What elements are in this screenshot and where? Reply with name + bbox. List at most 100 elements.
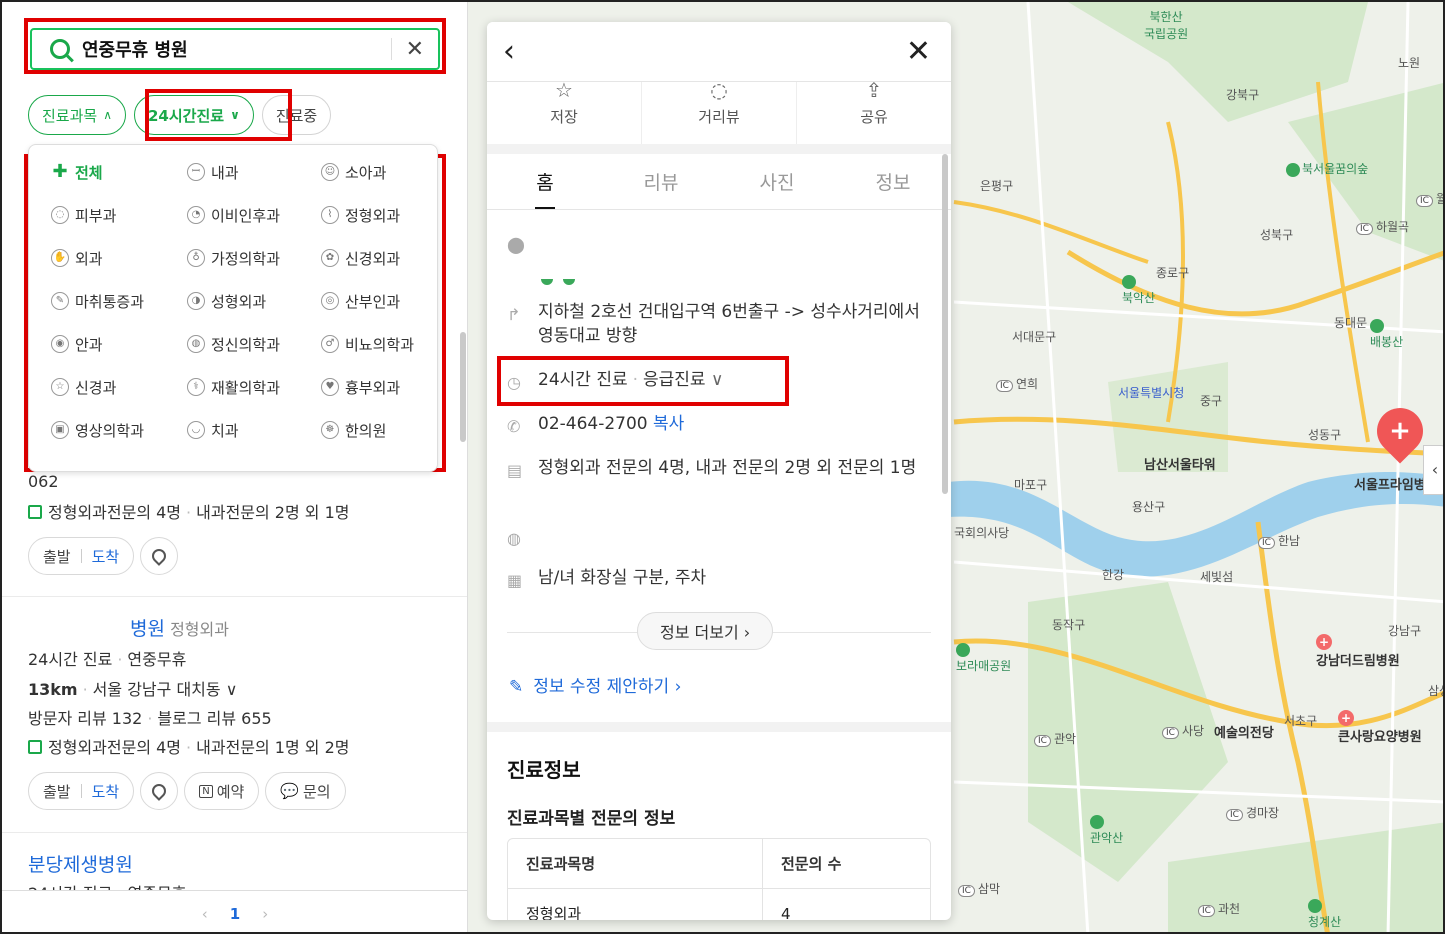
next-page-button[interactable]: › [262, 905, 268, 923]
department-item[interactable]: ✚ 전체 [51, 161, 187, 183]
search-input[interactable]: 연중무휴 병원 ✕ [30, 28, 440, 70]
prev-page-button[interactable]: ‹ [202, 905, 208, 923]
department-icon: ✚ [52, 161, 68, 182]
hours-row[interactable]: ◷ 24시간 진료 · 응급진료 ∨ [507, 368, 937, 392]
search-separator [390, 38, 392, 60]
table-row: 정형외과 4 [508, 889, 930, 920]
department-item[interactable]: ◉ 안과 [51, 333, 187, 355]
department-item[interactable]: ◡ 치과 [187, 419, 321, 441]
department-label: 정형외과 [345, 206, 401, 225]
department-label: 피부과 [75, 206, 117, 225]
department-item[interactable]: ▣ 영상의학과 [51, 419, 187, 441]
mountain-icon [1090, 814, 1104, 829]
department-item[interactable]: ♁ 가정의학과 [187, 247, 321, 269]
location-button[interactable] [140, 772, 179, 810]
department-item[interactable]: ⌇ 정형외과 [321, 204, 441, 226]
department-item[interactable]: ◍ 정신의학과 [187, 333, 321, 355]
table-header-count: 전문의 수 [781, 855, 842, 873]
chevron-down-icon: ∨ [230, 108, 240, 122]
department-item[interactable]: ✿ 신경외과 [321, 247, 441, 269]
map-label-hannam: IC 한남 [1258, 532, 1300, 549]
department-icon: ꟷ [187, 163, 205, 181]
street-view-button[interactable]: ◌ 거리뷰 [642, 78, 797, 144]
department-item[interactable]: ◔ 이비인후과 [187, 204, 321, 226]
save-button[interactable]: ☆ 저장 [487, 78, 642, 144]
department-icon: ✿ [321, 249, 339, 267]
share-button[interactable]: ⇪ 공유 [797, 78, 951, 144]
location-button[interactable] [140, 537, 179, 575]
tab-photo[interactable]: 사진 [719, 154, 835, 209]
department-icon: ♂ [321, 335, 339, 353]
current-page[interactable]: 1 [230, 905, 240, 923]
map-label-arts: 예술의전당 [1214, 726, 1274, 741]
clear-search-icon[interactable]: ✕ [406, 37, 424, 62]
selected-hospital-marker[interactable]: + [1367, 398, 1433, 464]
department-label: 마취통증과 [75, 292, 145, 311]
department-item[interactable]: ◑ 성형외과 [187, 290, 321, 312]
department-item[interactable]: ♥ 흉부외과 [321, 376, 441, 398]
copy-phone-button[interactable]: 복사 [653, 414, 684, 434]
section-gap [487, 144, 951, 154]
result-3-title[interactable]: 분당제생병원 [28, 850, 133, 877]
map-label-keun-sarang: + 큰사랑요양병원 [1338, 710, 1422, 745]
filter-open-now[interactable]: 진료중 [261, 95, 332, 135]
specialists-table: 진료과목명 전문의 수 정형외과 4 [507, 838, 931, 920]
filter-24h[interactable]: 24시간진료 ∨ [134, 95, 254, 135]
filter-department[interactable]: 진료과목 ∧ [28, 95, 126, 135]
inquiry-button[interactable]: 💬 문의 [265, 772, 346, 810]
department-item[interactable]: ✎ 마취통증과 [51, 290, 187, 312]
map-label-namsan: 남산서울타워 [1144, 458, 1216, 473]
result-2-reviews: 방문자 리뷰 132 · 블로그 리뷰 655 [28, 709, 272, 728]
turn-arrow-icon: ↱ [507, 305, 521, 324]
tab-home[interactable]: 홈 [487, 154, 603, 209]
map-label-yongsan: 용산구 [1132, 500, 1166, 514]
map-label-hangang: 한강 [1102, 568, 1125, 582]
department-label: 한의원 [345, 421, 387, 440]
close-icon[interactable]: ✕ [906, 34, 931, 69]
department-item[interactable]: ☸ 한의원 [321, 419, 441, 441]
medical-info-title: 진료정보 [507, 758, 581, 782]
tab-review[interactable]: 리뷰 [603, 154, 719, 209]
back-icon[interactable]: ‹ [503, 34, 515, 69]
mountain-icon [1122, 274, 1136, 289]
depart-arrive-button[interactable]: 출발 도착 [28, 772, 135, 810]
table-header-row: 진료과목명 전문의 수 [508, 839, 930, 889]
department-item[interactable]: ⚕ 재활의학과 [187, 376, 321, 398]
department-label: 비뇨의학과 [345, 335, 415, 354]
department-grid: ✚ 전체 ꟷ 내과 ☺ 소아과 ◌ 피부과 ◔ 이비인후과 ⌇ 정형외과 ✋ 외과 ♁ 가정의학과 ✿ 신경외과 ✎… [51, 161, 441, 441]
collapse-panel-button[interactable]: ‹ [1423, 445, 1443, 495]
more-info-button[interactable]: 정보 더보기 › [637, 612, 774, 650]
filter-department-label: 진료과목 [42, 106, 98, 125]
department-item[interactable]: ꟷ 내과 [187, 161, 321, 183]
tab-info[interactable]: 정보 [835, 154, 951, 209]
reserve-button[interactable]: N 예약 [184, 772, 260, 810]
detail-scrollbar[interactable] [942, 154, 948, 494]
search-icon [50, 39, 70, 59]
map-label-bugaksan: 북악산 [1122, 274, 1155, 306]
department-label: 흉부외과 [345, 378, 401, 397]
department-item[interactable]: ♂ 비뇨의학과 [321, 333, 441, 355]
detail-tabs: 홈 리뷰 사진 정보 [487, 154, 951, 210]
department-label: 영상의학과 [75, 421, 145, 440]
result-divider [2, 596, 467, 597]
department-item[interactable]: ☺ 소아과 [321, 161, 441, 183]
department-icon: ◑ [187, 292, 205, 310]
result-divider [2, 832, 467, 833]
results-scrollbar[interactable] [460, 332, 466, 442]
department-icon: ⚕ [187, 378, 205, 396]
department-item[interactable]: ✋ 외과 [51, 247, 187, 269]
result-2-title[interactable]: 병원 정형외과 [130, 614, 229, 641]
suggest-edit-link[interactable]: ✎ 정보 수정 제안하기 › [509, 672, 681, 697]
department-icon: ◎ [321, 292, 339, 310]
depart-arrive-button[interactable]: 출발 도착 [28, 537, 135, 575]
department-item[interactable]: ◌ 피부과 [51, 204, 187, 226]
map-label-sebitseom: 세빛섬 [1200, 570, 1234, 584]
map-label-junggu: 중구 [1200, 394, 1223, 408]
result-2-actions: 출발 도착 N 예약 💬 문의 [28, 772, 346, 810]
department-icon: ☺ [321, 163, 339, 181]
department-item[interactable]: ◎ 산부인과 [321, 290, 441, 312]
result-2-specialists: 정형외과전문의 4명 · 내과전문의 1명 외 2명 [28, 734, 350, 758]
department-item[interactable]: ☆ 신경과 [51, 376, 187, 398]
map-label-seocho: 서초구 [1284, 714, 1318, 728]
detail-actions: ☆ 저장 ◌ 거리뷰 ⇪ 공유 [487, 78, 951, 144]
